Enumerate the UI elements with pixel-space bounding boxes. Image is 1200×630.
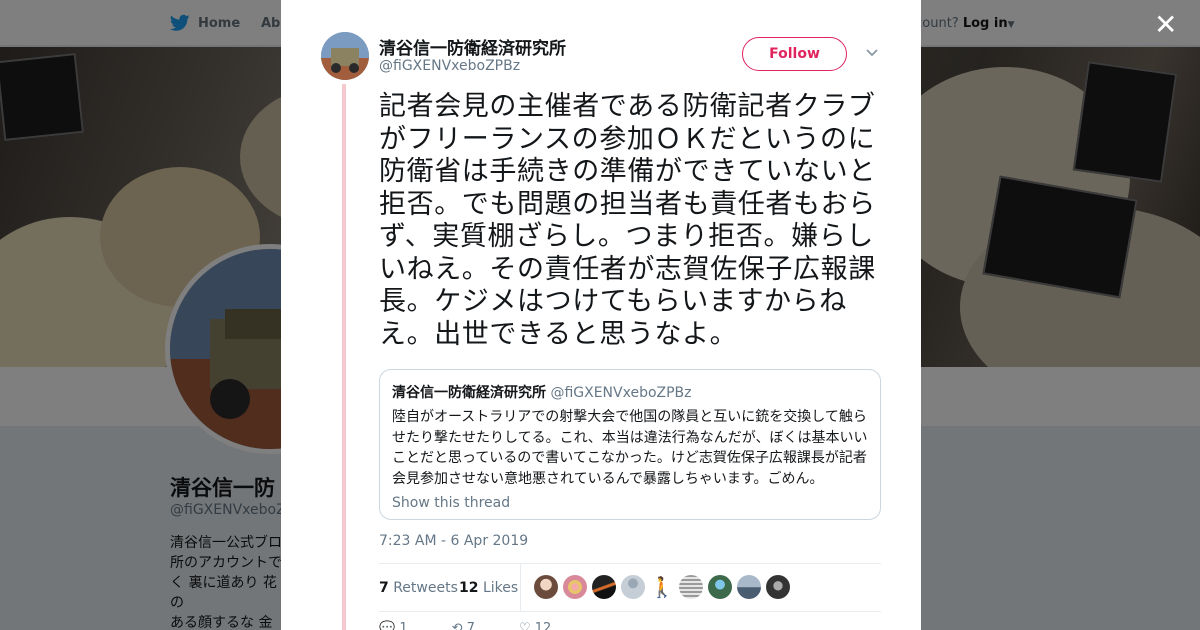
chevron-down-icon[interactable] — [865, 46, 879, 60]
liker-avatar[interactable] — [621, 575, 645, 599]
thread-line — [342, 84, 346, 630]
stats-divider — [520, 564, 521, 612]
tweet-stats: 7 Retweets 12 Likes 🚶 — [379, 563, 881, 612]
military-truck-icon — [321, 32, 369, 80]
reply-icon: 💬 — [379, 621, 396, 630]
quoted-tweet[interactable]: 清谷信一防衛経済研究所 @fiGXENVxeboZPBz 陸自がオーストラリアで… — [379, 369, 881, 520]
tweet-timestamp[interactable]: 7:23 AM - 6 Apr 2019 — [379, 533, 528, 549]
like-count: 12 — [534, 621, 552, 630]
retweets-count: 7 — [379, 580, 389, 596]
author-handle[interactable]: @fiGXENVxeboZPBz — [379, 58, 520, 74]
reply-count: 1 — [399, 621, 408, 630]
quoted-author-handle: @fiGXENVxeboZPBz — [550, 385, 692, 401]
liker-avatar[interactable] — [592, 575, 616, 599]
likes-stat[interactable]: 12 Likes — [459, 580, 518, 596]
quoted-tweet-text: 陸自がオーストラリアでの射撃大会で他国の隊員と互いに銃を交換して触らせたり撃たせ… — [392, 409, 868, 487]
follow-button[interactable]: Follow — [742, 37, 847, 71]
liker-avatar[interactable] — [679, 575, 703, 599]
reply-action[interactable]: 💬 1 — [379, 621, 408, 630]
heart-icon: ♡ — [518, 621, 531, 630]
retweet-count: 7 — [466, 621, 475, 630]
close-icon[interactable]: ✕ — [1154, 11, 1177, 39]
likes-count: 12 — [459, 580, 479, 596]
like-action[interactable]: ♡ 12 — [519, 621, 551, 630]
liker-avatar[interactable] — [766, 575, 790, 599]
retweets-stat[interactable]: 7 Retweets — [379, 580, 458, 596]
author-avatar[interactable] — [321, 32, 369, 80]
show-thread-link[interactable]: Show this thread — [392, 495, 868, 511]
tweet-text: 記者会見の主催者である防衛記者クラブがフリーランスの参加ＯＫだというのに防衛省は… — [379, 91, 876, 350]
liker-avatars: 🚶 — [534, 575, 790, 599]
liker-avatar[interactable] — [563, 575, 587, 599]
retweet-icon: ⟲ — [451, 621, 463, 630]
liker-avatar[interactable] — [708, 575, 732, 599]
author-name[interactable]: 清谷信一防衛経済研究所 — [379, 34, 566, 59]
likes-label: Likes — [482, 580, 519, 596]
tweet-actions: 💬 1 ⟲ 7 ♡ 12 — [379, 621, 551, 630]
liker-avatar[interactable] — [737, 575, 761, 599]
retweet-action[interactable]: ⟲ 7 — [452, 621, 475, 630]
tweet-modal: 清谷信一防衛経済研究所 @fiGXENVxeboZPBz Follow 記者会見… — [281, 0, 921, 630]
walking-person-icon[interactable]: 🚶 — [650, 575, 674, 599]
liker-avatar[interactable] — [534, 575, 558, 599]
retweets-label: Retweets — [393, 580, 458, 596]
quoted-author-name: 清谷信一防衛経済研究所 — [392, 385, 546, 401]
quoted-tweet-header: 清谷信一防衛経済研究所 @fiGXENVxeboZPBz — [392, 382, 868, 402]
